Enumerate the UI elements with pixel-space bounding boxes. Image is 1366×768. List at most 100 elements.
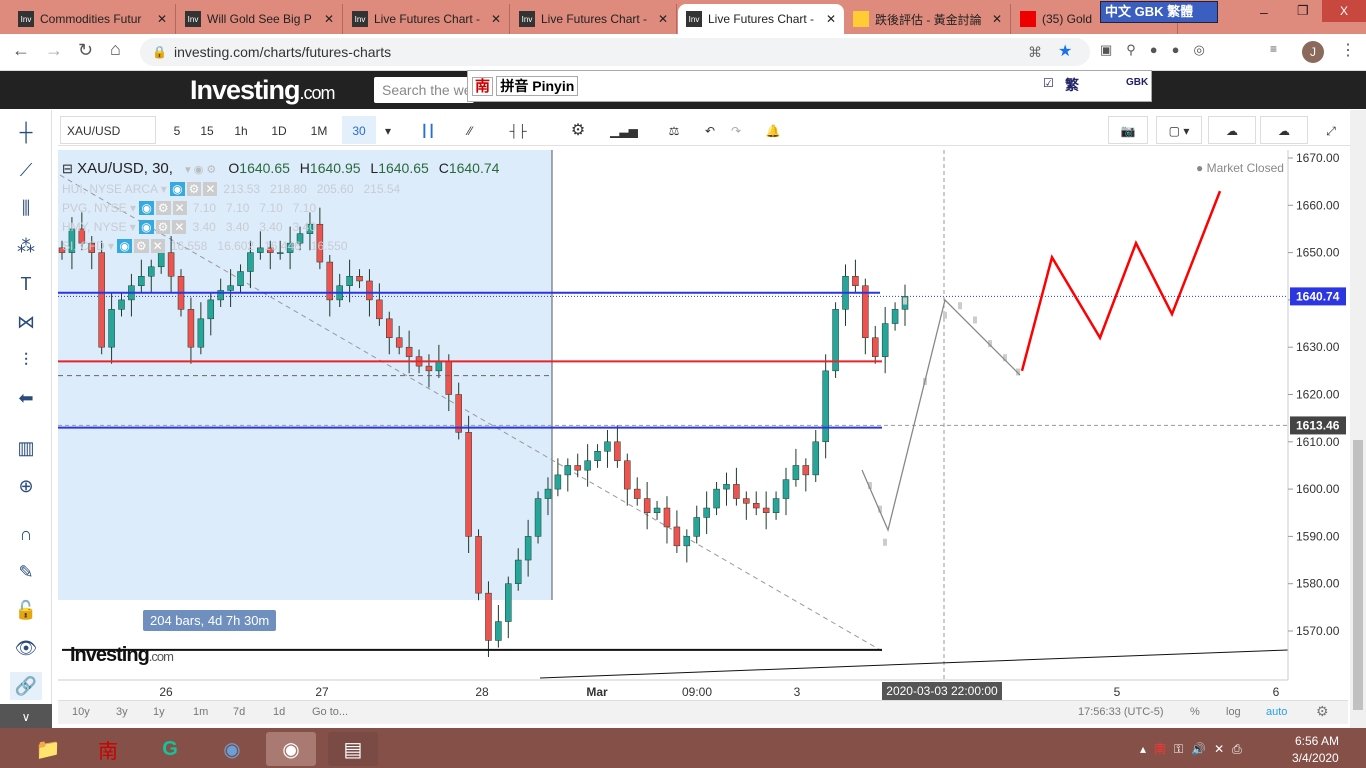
candle [197, 318, 205, 348]
eye-icon[interactable]: ◉ [170, 182, 185, 196]
candle [207, 299, 215, 320]
candle [187, 309, 195, 348]
candle [713, 488, 720, 509]
eye-icon[interactable]: ◉ [139, 220, 154, 234]
log-toggle[interactable]: log [1226, 706, 1241, 718]
candle [465, 432, 472, 537]
eye-icon[interactable]: ◉ [139, 201, 154, 215]
collapse-sidebar-button[interactable]: ∨ [0, 704, 52, 730]
candle [683, 536, 691, 547]
ime-app-icon[interactable]: 南 [88, 732, 128, 766]
candle [167, 252, 175, 277]
candle [495, 621, 502, 641]
range-10y[interactable]: 10y [72, 706, 90, 718]
candle [534, 498, 542, 537]
ghost-candle [943, 311, 947, 319]
ghost-candle [903, 297, 907, 305]
settings-icon[interactable]: ⚙ [155, 220, 171, 234]
notes-app-icon[interactable]: ▤ [328, 732, 378, 766]
y-tick-label: 1570.00 [1296, 624, 1340, 638]
x-tick-label: 6 [1273, 685, 1280, 699]
candle [614, 441, 621, 461]
range-3y[interactable]: 3y [116, 706, 128, 718]
candle [643, 498, 651, 513]
chart-bottom-bar: 10y 3y 1y 1m 7d 1d Go to... 17:56:33 (UTC-5) %… [58, 700, 1348, 724]
page-scrollbar[interactable] [1350, 110, 1366, 728]
x-tick-label: 5 [1114, 685, 1121, 699]
candle [544, 488, 552, 499]
x-tick-label: 27 [315, 685, 329, 699]
close-icon[interactable]: ✕ [172, 220, 187, 234]
percent-toggle[interactable]: % [1190, 706, 1200, 718]
candle [237, 271, 244, 286]
legend-collapse-icon[interactable]: ⊟ [62, 161, 73, 176]
candle [356, 276, 363, 282]
candle [98, 252, 105, 348]
candle [891, 309, 899, 324]
candle [594, 451, 601, 461]
price-chart[interactable]: 1670.001660.001650.001640.001630.001620.… [0, 0, 1366, 700]
candle [247, 252, 254, 272]
candle [554, 474, 562, 490]
settings-icon[interactable]: ⚙ [186, 182, 202, 196]
candle [564, 465, 572, 476]
watermark-logo: Investing.com [70, 644, 174, 666]
gear-icon[interactable]: ⚙ [1316, 703, 1329, 720]
settings-icon[interactable]: ⚙ [155, 201, 171, 215]
candle [852, 276, 859, 286]
candle [346, 276, 353, 286]
candle [633, 488, 641, 499]
auto-toggle[interactable]: auto [1266, 706, 1287, 718]
y-tick-label: 1630.00 [1296, 340, 1340, 354]
chrome-icon[interactable]: ◉ [266, 732, 316, 766]
file-explorer-icon[interactable]: 📁 [28, 732, 68, 766]
candle [871, 337, 879, 357]
y-tick-label: 1590.00 [1296, 529, 1340, 543]
legend-title: XAU/USD, 30, [77, 160, 173, 177]
candle [792, 465, 800, 480]
close-icon[interactable]: ✕ [203, 182, 218, 196]
candle [663, 507, 671, 528]
y-tick-label: 1670.00 [1296, 151, 1340, 165]
candle [366, 280, 373, 301]
grammarly-icon[interactable]: G [150, 732, 190, 766]
candle [822, 370, 829, 443]
candle [148, 266, 155, 277]
range-1y[interactable]: 1y [153, 706, 165, 718]
system-tray-icons[interactable]: ▴南⚿🔊✕⎙ [1140, 740, 1250, 757]
eye-icon[interactable]: ◉ [117, 239, 132, 253]
settings-icon[interactable]: ⚙ [133, 239, 149, 253]
study-legend: HMY, NYSE ▾ ◉ ⚙ ✕ 3.40 3.40 3.40 3.40 [62, 220, 316, 234]
range-1d[interactable]: 1d [273, 706, 285, 718]
candle [405, 346, 413, 357]
crosshair-time-label: 2020-03-03 22:00:00 [886, 684, 998, 698]
range-Goto[interactable]: Go to... [312, 706, 348, 718]
study-legend: PVG, NYSE ▾ ◉ ⚙ ✕ 7.10 7.10 7.10 7.10 [62, 201, 317, 215]
crosshair-price-label: 1613.46 [1296, 418, 1340, 432]
range-badge: 204 bars, 4d 7h 30m [143, 610, 277, 631]
candle [425, 365, 433, 372]
range-7d[interactable]: 7d [233, 706, 245, 718]
candle [445, 361, 453, 395]
candle [604, 441, 611, 452]
close-icon[interactable]: ✕ [172, 201, 187, 215]
close-icon[interactable]: ✕ [150, 239, 165, 253]
range-1m[interactable]: 1m [193, 706, 208, 718]
candle [584, 460, 591, 471]
candle [395, 337, 403, 348]
candle [762, 507, 770, 513]
chromium-icon[interactable]: ◉ [212, 732, 252, 766]
y-tick-label: 1610.00 [1296, 435, 1340, 449]
candle [376, 299, 383, 320]
candle [118, 299, 125, 310]
last-price-label: 1640.74 [1296, 289, 1340, 303]
x-tick-label: 3 [794, 685, 801, 699]
candle [693, 517, 700, 537]
candle [435, 361, 443, 372]
candle [624, 460, 631, 490]
candle [485, 592, 492, 641]
ghost-candle [973, 316, 977, 324]
y-tick-label: 1600.00 [1296, 482, 1340, 496]
x-tick-label: 28 [475, 685, 489, 699]
clock-time: 6:56 AM [1295, 734, 1340, 748]
